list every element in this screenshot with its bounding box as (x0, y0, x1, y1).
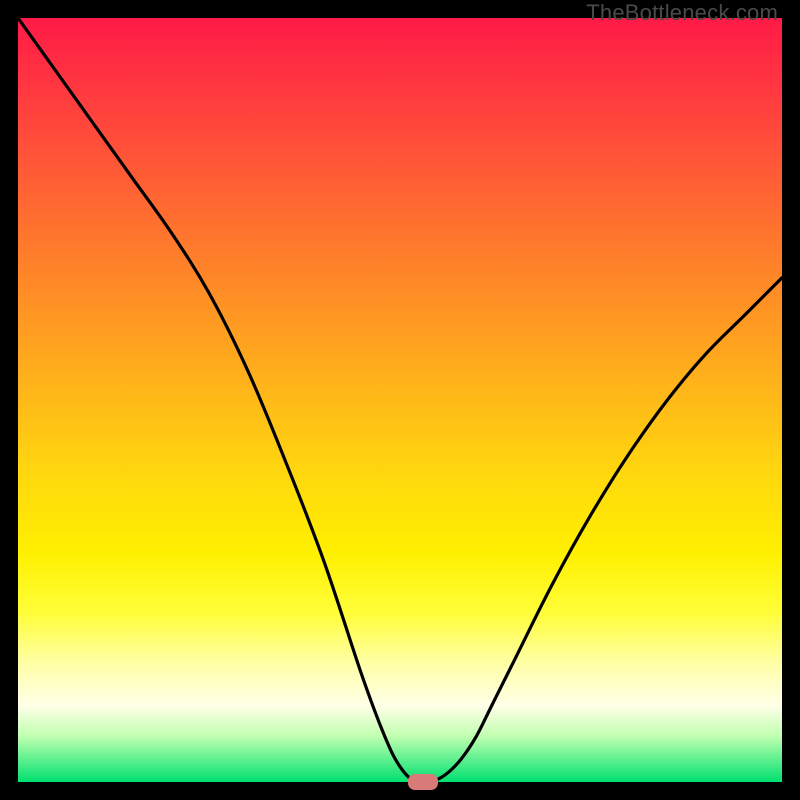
chart-frame: TheBottleneck.com (0, 0, 800, 800)
watermark-text: TheBottleneck.com (586, 0, 778, 26)
optimum-marker (408, 774, 439, 789)
curve-path (18, 18, 782, 782)
bottleneck-curve (18, 18, 782, 782)
